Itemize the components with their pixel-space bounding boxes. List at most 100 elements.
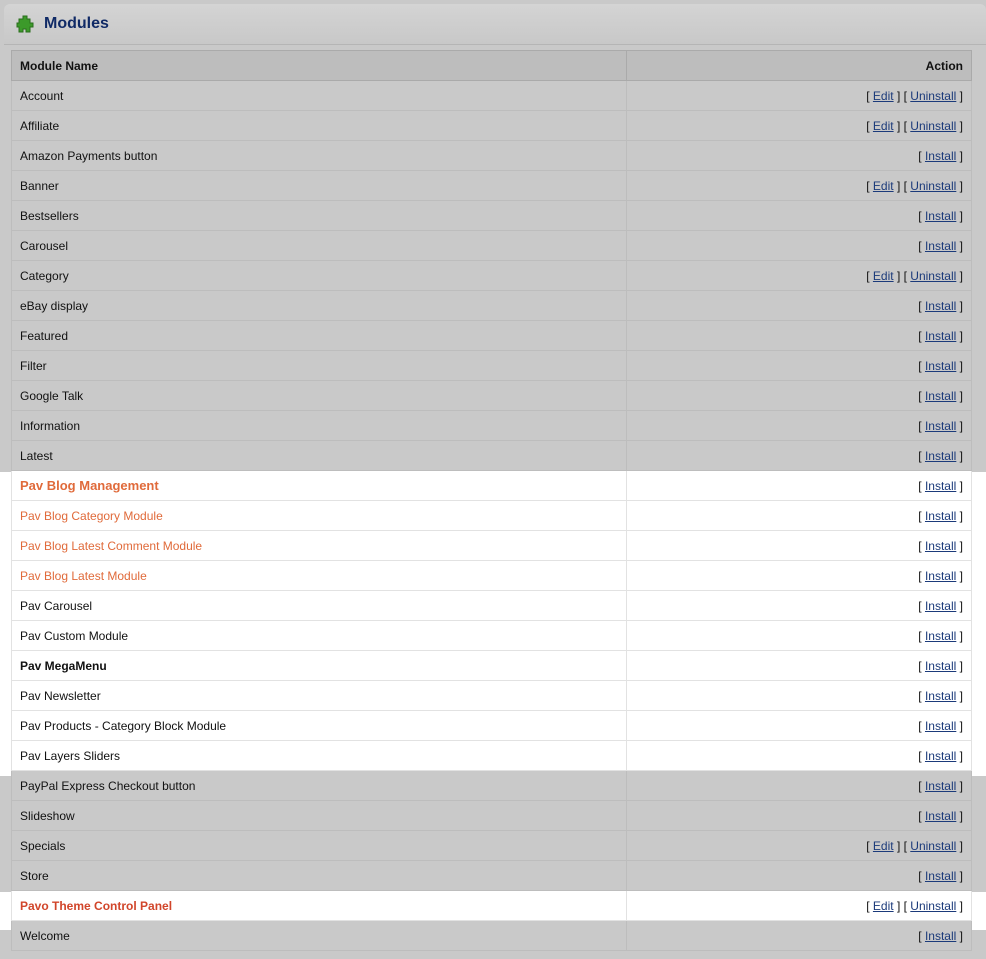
table-row: Banner [ Edit ] [ Uninstall ] xyxy=(11,170,972,201)
install-link[interactable]: Install xyxy=(925,659,956,673)
install-link[interactable]: Install xyxy=(925,719,956,733)
edit-link[interactable]: Edit xyxy=(873,839,894,853)
module-name-cell: Featured xyxy=(11,320,627,351)
uninstall-link[interactable]: Uninstall xyxy=(910,269,956,283)
module-name-cell: Affiliate xyxy=(11,110,627,141)
module-name: Carousel xyxy=(20,238,69,253)
table-row: Information [ Install ] xyxy=(11,410,972,441)
install-link[interactable]: Install xyxy=(925,539,956,553)
uninstall-link[interactable]: Uninstall xyxy=(910,179,956,193)
puzzle-icon xyxy=(16,14,36,34)
uninstall-link[interactable]: Uninstall xyxy=(910,899,956,913)
install-link[interactable]: Install xyxy=(925,509,956,523)
install-link[interactable]: Install xyxy=(925,689,956,703)
action-cell: [ Install ] xyxy=(626,380,972,411)
module-name: Slideshow xyxy=(20,808,75,823)
module-name-cell: Category xyxy=(11,260,627,291)
uninstall-link[interactable]: Uninstall xyxy=(910,839,956,853)
module-name-cell: Pav Custom Module xyxy=(11,620,627,651)
module-name-cell: Amazon Payments button xyxy=(11,140,627,171)
module-name-cell: Pav Newsletter xyxy=(11,680,627,711)
edit-link[interactable]: Edit xyxy=(873,179,894,193)
action-cell: [ Install ] xyxy=(626,500,972,531)
action-cell: [ Install ] xyxy=(626,350,972,381)
table-row: Affiliate [ Edit ] [ Uninstall ] xyxy=(11,110,972,141)
action-cell: [ Install ] xyxy=(626,800,972,831)
uninstall-link[interactable]: Uninstall xyxy=(910,119,956,133)
action-cell: [ Edit ] [ Uninstall ] xyxy=(626,110,972,141)
module-name: Welcome xyxy=(20,928,70,943)
module-name: Google Talk xyxy=(20,388,84,403)
module-name-cell: Pav MegaMenu xyxy=(11,650,627,681)
module-name: Banner xyxy=(20,178,59,193)
action-cell: [ Install ] xyxy=(626,230,972,261)
edit-link[interactable]: Edit xyxy=(873,269,894,283)
install-link[interactable]: Install xyxy=(925,299,956,313)
module-name-cell: Filter xyxy=(11,350,627,381)
table-row: Featured [ Install ] xyxy=(11,320,972,351)
edit-link[interactable]: Edit xyxy=(873,119,894,133)
install-link[interactable]: Install xyxy=(925,209,956,223)
table-row: Pav Blog Latest Module [ Install ] xyxy=(11,560,972,591)
table-row: Amazon Payments button [ Install ] xyxy=(11,140,972,171)
install-link[interactable]: Install xyxy=(925,569,956,583)
module-name: Pavo Theme Control Panel xyxy=(20,898,173,913)
install-link[interactable]: Install xyxy=(925,149,956,163)
install-link[interactable]: Install xyxy=(925,479,956,493)
module-name: Pav Layers Sliders xyxy=(20,748,121,763)
module-name: Information xyxy=(20,418,81,433)
module-name: Latest xyxy=(20,448,53,463)
module-name-cell: Store xyxy=(11,860,627,891)
module-name: Pav Blog Latest Module xyxy=(20,568,147,583)
module-name: Store xyxy=(20,868,49,883)
install-link[interactable]: Install xyxy=(925,599,956,613)
install-link[interactable]: Install xyxy=(925,749,956,763)
table-row: Account [ Edit ] [ Uninstall ] xyxy=(11,80,972,111)
table-row: Latest [ Install ] xyxy=(11,440,972,471)
module-name: Featured xyxy=(20,328,69,343)
module-name-cell: eBay display xyxy=(11,290,627,321)
table-row: Pavo Theme Control Panel [ Edit ] [ Unins… xyxy=(11,890,972,921)
module-name: Pav Blog Management xyxy=(20,478,159,493)
table-row: Welcome [ Install ] xyxy=(11,920,972,951)
install-link[interactable]: Install xyxy=(925,779,956,793)
table-row: Pav Blog Management [ Install ] xyxy=(11,470,972,501)
table-row: Pav Layers Sliders [ Install ] xyxy=(11,740,972,771)
install-link[interactable]: Install xyxy=(925,329,956,343)
module-name: Amazon Payments button xyxy=(20,148,158,163)
table-row: Google Talk [ Install ] xyxy=(11,380,972,411)
module-name: Bestsellers xyxy=(20,208,79,223)
action-cell: [ Install ] xyxy=(626,770,972,801)
module-name: Account xyxy=(20,88,64,103)
action-cell: [ Install ] xyxy=(626,470,972,501)
table-row: Pav Custom Module [ Install ] xyxy=(11,620,972,651)
module-name-cell: Pav Carousel xyxy=(11,590,627,621)
action-cell: [ Install ] xyxy=(626,620,972,651)
module-name: Filter xyxy=(20,358,47,373)
action-cell: [ Install ] xyxy=(626,200,972,231)
edit-link[interactable]: Edit xyxy=(873,89,894,103)
action-cell: [ Install ] xyxy=(626,650,972,681)
column-header-action: Action xyxy=(626,50,972,81)
install-link[interactable]: Install xyxy=(925,809,956,823)
install-link[interactable]: Install xyxy=(925,929,956,943)
install-link[interactable]: Install xyxy=(925,389,956,403)
action-cell: [ Install ] xyxy=(626,740,972,771)
module-name-cell: PayPal Express Checkout button xyxy=(11,770,627,801)
install-link[interactable]: Install xyxy=(925,449,956,463)
install-link[interactable]: Install xyxy=(925,359,956,373)
install-link[interactable]: Install xyxy=(925,239,956,253)
action-cell: [ Edit ] [ Uninstall ] xyxy=(626,260,972,291)
module-name-cell: Pav Layers Sliders xyxy=(11,740,627,771)
module-name: Category xyxy=(20,268,69,283)
table-row: PayPal Express Checkout button [ Install … xyxy=(11,770,972,801)
panel-heading: Modules xyxy=(4,4,986,45)
install-link[interactable]: Install xyxy=(925,869,956,883)
edit-link[interactable]: Edit xyxy=(873,899,894,913)
uninstall-link[interactable]: Uninstall xyxy=(910,89,956,103)
module-name: Pav Blog Latest Comment Module xyxy=(20,538,203,553)
table-row: Pav MegaMenu [ Install ] xyxy=(11,650,972,681)
install-link[interactable]: Install xyxy=(925,419,956,433)
action-cell: [ Install ] xyxy=(626,590,972,621)
install-link[interactable]: Install xyxy=(925,629,956,643)
